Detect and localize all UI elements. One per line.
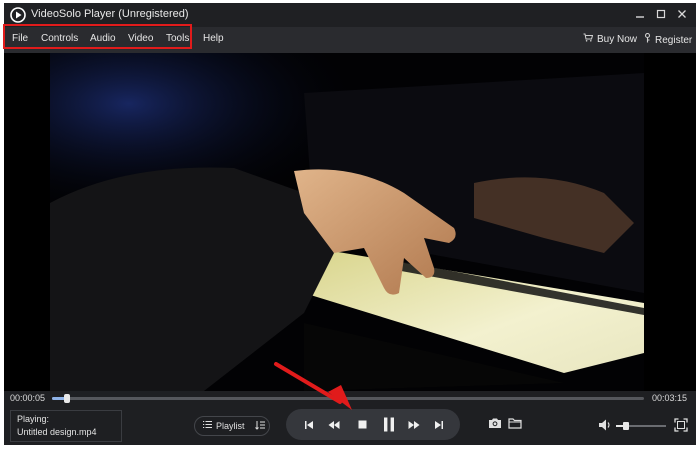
open-folder-button[interactable] <box>508 416 522 434</box>
list-icon <box>203 420 212 432</box>
menu-help[interactable]: Help <box>203 33 224 44</box>
next-button[interactable] <box>432 409 446 440</box>
video-frame[interactable] <box>4 53 696 391</box>
menu-highlight-box <box>3 24 192 49</box>
register-link[interactable]: Register <box>644 32 693 46</box>
sort-icon <box>255 420 265 433</box>
maximize-icon <box>656 9 666 19</box>
close-icon <box>678 10 686 18</box>
now-playing-file: Untitled design.mp4 <box>17 427 97 437</box>
fullscreen-button[interactable] <box>674 418 688 437</box>
now-playing-panel: Playing: Untitled design.mp4 <box>10 410 122 442</box>
mute-button[interactable] <box>598 418 612 437</box>
minimize-button[interactable] <box>630 5 650 25</box>
rewind-icon <box>328 420 340 429</box>
maximize-button[interactable] <box>651 5 671 25</box>
now-playing-label: Playing: <box>17 414 50 424</box>
video-letterbox-left <box>4 53 50 391</box>
elapsed-time: 00:00:05 <box>10 393 46 403</box>
pause-button[interactable] <box>380 409 398 440</box>
cart-icon <box>583 33 594 45</box>
volume-slider[interactable] <box>616 422 666 430</box>
playlist-label: Playlist <box>216 421 245 431</box>
key-icon <box>644 32 651 46</box>
previous-icon <box>305 420 313 429</box>
close-button[interactable] <box>672 5 692 25</box>
camera-icon <box>489 418 501 428</box>
fullscreen-icon <box>674 418 688 432</box>
register-label: Register <box>655 35 693 46</box>
snapshot-button[interactable] <box>488 416 502 434</box>
pause-icon <box>384 417 394 432</box>
video-letterbox-right <box>644 53 696 391</box>
window-title: VideoSolo Player (Unregistered) <box>31 8 189 20</box>
stop-icon <box>358 420 366 429</box>
buy-now-link[interactable]: Buy Now <box>583 33 637 45</box>
playlist-button[interactable]: Playlist <box>194 416 270 436</box>
folder-icon <box>508 418 522 429</box>
volume-icon <box>599 419 610 431</box>
red-arrow-annotation <box>274 362 352 410</box>
app-logo-icon <box>10 7 26 23</box>
minimize-icon <box>636 16 644 18</box>
progress-thumb[interactable] <box>64 394 71 403</box>
fast-forward-button[interactable] <box>406 409 422 440</box>
duration-time: 00:03:15 <box>652 393 688 403</box>
fast-forward-icon <box>408 420 420 429</box>
buy-now-label: Buy Now <box>597 34 638 45</box>
volume-thumb[interactable] <box>623 422 629 430</box>
next-icon <box>435 420 443 429</box>
